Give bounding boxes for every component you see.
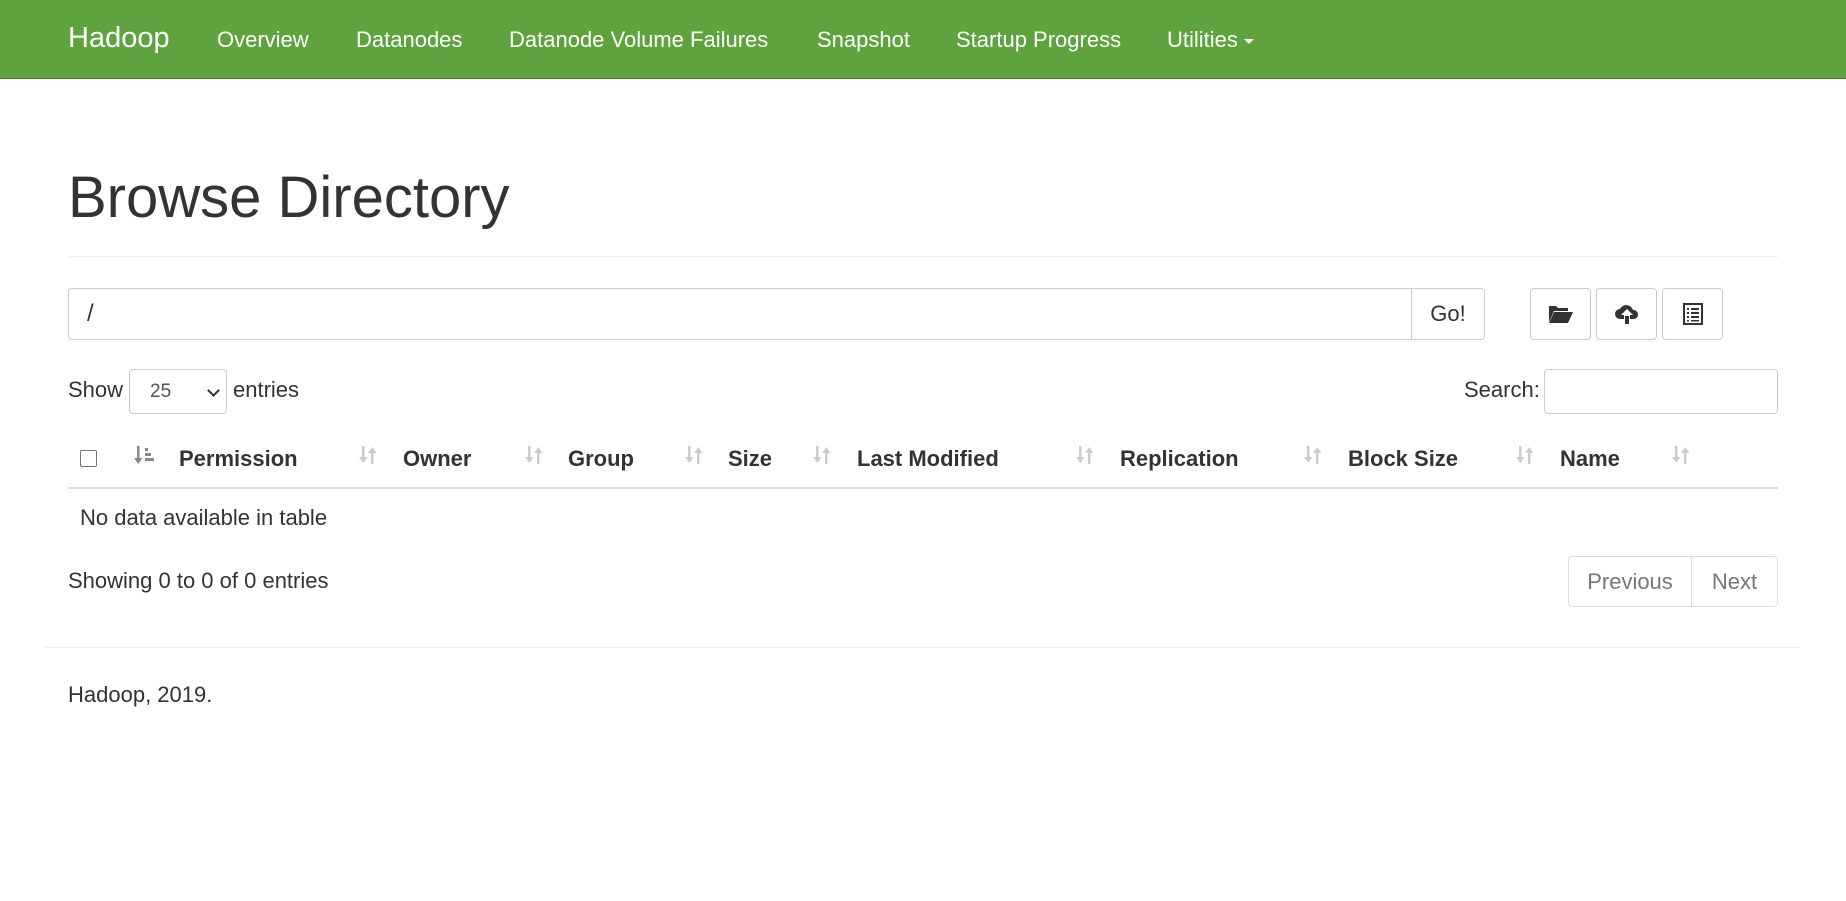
sort-icon[interactable] [1514,444,1536,466]
brand-link[interactable]: Hadoop [68,22,170,55]
entries-label: entries [233,377,300,402]
nav-utilities-label: Utilities [1167,27,1238,52]
sort-icon[interactable] [1074,444,1096,466]
empty-table-message: No data available in table [80,505,328,530]
page-size-value: 25 [150,381,172,402]
sort-icon[interactable] [1302,444,1324,466]
show-label: Show [68,377,124,402]
sort-ascending-icon[interactable] [133,444,157,466]
top-navbar: Hadoop Overview Datanodes Datanode Volum… [0,0,1846,79]
column-header-permission[interactable]: Permission [179,446,298,472]
column-header-group[interactable]: Group [568,446,634,472]
nav-utilities-dropdown[interactable]: Utilities [1167,27,1254,53]
cloud-upload-icon [1614,305,1638,324]
create-directory-button[interactable] [1530,288,1591,340]
sort-icon[interactable] [357,444,379,466]
nav-startup-progress[interactable]: Startup Progress [956,27,1121,53]
pagination-info: Showing 0 to 0 of 0 entries [68,568,329,593]
chevron-down-icon [207,384,220,397]
footer-divider [44,647,1800,648]
nav-datanode-volume-failures[interactable]: Datanode Volume Failures [509,27,768,53]
caret-down-icon [1243,38,1254,44]
search-input[interactable] [1544,369,1778,414]
column-header-block-size[interactable]: Block Size [1348,446,1458,472]
nav-overview[interactable]: Overview [217,27,309,53]
page-size-select[interactable]: 25 [129,369,227,414]
sort-icon[interactable] [811,444,833,466]
search-label: Search: [1464,377,1540,402]
column-header-size[interactable]: Size [728,446,772,472]
upload-files-button[interactable] [1596,288,1657,340]
sort-icon[interactable] [683,444,705,466]
nav-datanodes[interactable]: Datanodes [356,27,462,53]
next-page-button[interactable]: Next [1691,556,1778,607]
folder-open-icon [1548,306,1573,323]
go-button[interactable]: Go! [1411,288,1485,340]
directory-path-input[interactable] [68,288,1412,340]
select-all-checkbox[interactable] [80,450,97,467]
footer-text: Hadoop, 2019. [68,682,213,707]
nav-snapshot[interactable]: Snapshot [817,27,910,53]
column-header-owner[interactable]: Owner [403,446,471,472]
cut-paste-button[interactable] [1662,288,1723,340]
previous-page-button[interactable]: Previous [1568,556,1692,607]
column-header-last-modified[interactable]: Last Modified [857,446,999,472]
column-header-name[interactable]: Name [1560,446,1620,472]
sort-icon[interactable] [1670,444,1692,466]
sort-icon[interactable] [523,444,545,466]
title-divider [68,256,1778,257]
list-icon [1682,303,1703,325]
page-title: Browse Directory [68,165,510,230]
column-header-replication[interactable]: Replication [1120,446,1239,472]
table-header-divider [68,487,1778,489]
